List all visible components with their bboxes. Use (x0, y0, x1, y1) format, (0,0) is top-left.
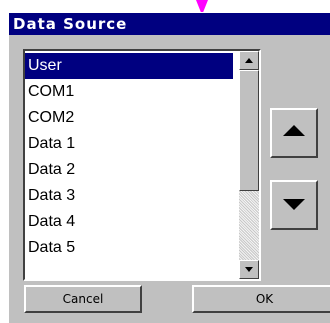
scroll-down-arrow-icon (245, 267, 253, 272)
list-item-data-2[interactable]: Data 2 (25, 157, 233, 183)
dialog-title: Data Source (9, 13, 330, 35)
list-item-data-5[interactable]: Data 5 (25, 235, 233, 261)
triangle-down-icon (283, 199, 305, 210)
list-item-com2[interactable]: COM2 (25, 105, 233, 131)
list-item-data-3[interactable]: Data 3 (25, 183, 233, 209)
list-item-user[interactable]: User (25, 53, 233, 79)
ok-button[interactable]: OK (192, 285, 330, 313)
data-source-list[interactable]: User COM1 COM2 Data 1 Data 2 Data 3 Data… (23, 49, 261, 281)
scroll-down-button[interactable] (239, 260, 259, 279)
data-source-dialog: Data Source User COM1 COM2 Data 1 Data 2… (8, 12, 330, 323)
list-item-data-1[interactable]: Data 1 (25, 131, 233, 157)
triangle-up-icon (283, 125, 305, 136)
list-items: User COM1 COM2 Data 1 Data 2 Data 3 Data… (25, 53, 233, 261)
list-item-com1[interactable]: COM1 (25, 79, 233, 105)
move-down-button[interactable] (270, 180, 318, 230)
cancel-button[interactable]: Cancel (24, 285, 142, 313)
list-item-data-4[interactable]: Data 4 (25, 209, 233, 235)
scroll-up-arrow-icon (245, 58, 253, 63)
list-scrollbar[interactable] (239, 51, 259, 279)
move-up-button[interactable] (270, 108, 318, 158)
scroll-up-button[interactable] (239, 51, 259, 70)
scroll-thumb[interactable] (239, 70, 259, 191)
